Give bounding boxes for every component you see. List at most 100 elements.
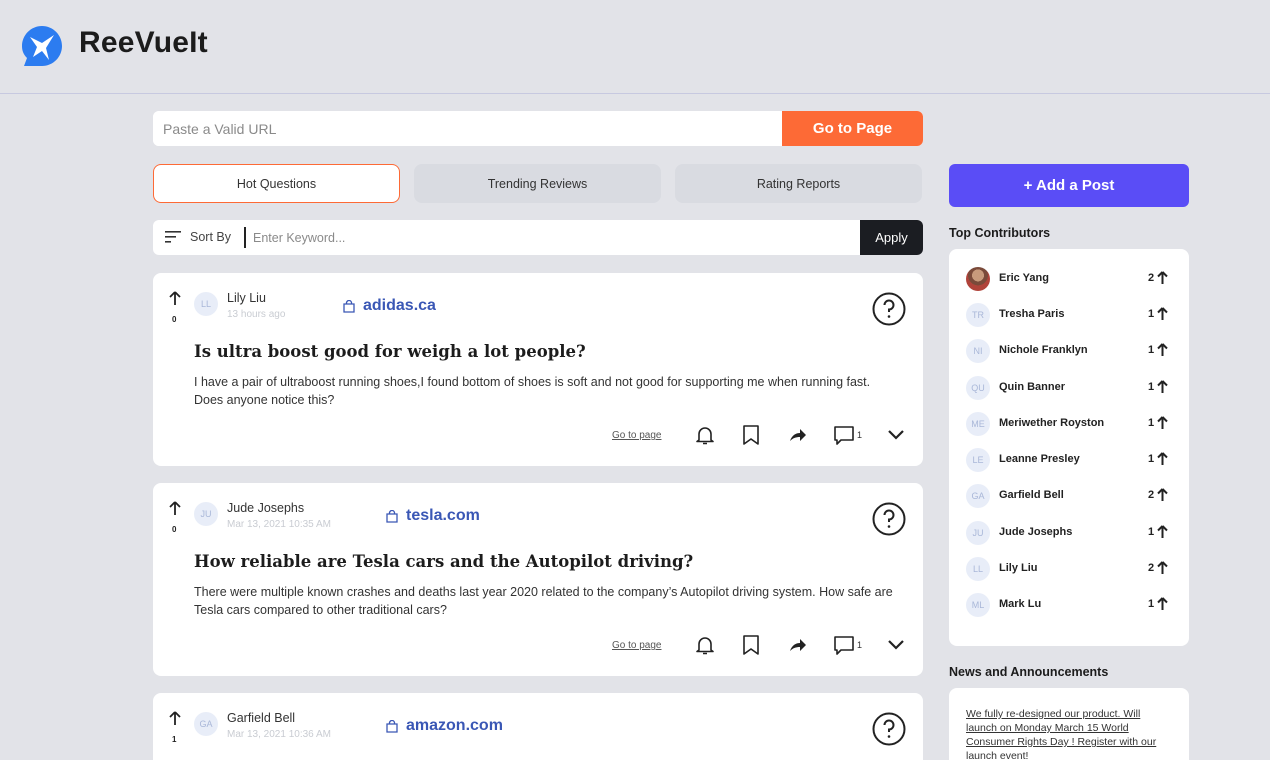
avatar: GA bbox=[194, 712, 218, 736]
upvote-icon[interactable] bbox=[169, 501, 181, 516]
site-link[interactable]: amazon.com bbox=[386, 717, 503, 735]
question-icon bbox=[872, 712, 906, 746]
logo-icon[interactable] bbox=[20, 24, 64, 68]
post-time: Mar 13, 2021 10:35 AM bbox=[227, 519, 331, 530]
apply-button[interactable]: Apply bbox=[860, 220, 923, 255]
question-title[interactable]: How reliable are Tesla cars and the Auto… bbox=[194, 552, 693, 571]
post-time: Mar 13, 2021 10:36 AM bbox=[227, 729, 331, 740]
vote-count: 0 bbox=[172, 525, 177, 534]
contributor-row[interactable]: LE Leanne Presley 1 bbox=[949, 445, 1189, 475]
avatar: QU bbox=[966, 376, 990, 400]
arrow-up-icon bbox=[1157, 561, 1168, 574]
author-name[interactable]: Lily Liu bbox=[227, 291, 266, 305]
contributor-count: 1 bbox=[1148, 417, 1155, 429]
contributor-name: Lily Liu bbox=[999, 562, 1038, 574]
comment-icon[interactable] bbox=[833, 634, 855, 656]
bookmark-icon[interactable] bbox=[740, 424, 762, 446]
contributor-row[interactable]: TR Tresha Paris 1 bbox=[949, 300, 1189, 330]
vote-count: 1 bbox=[172, 735, 177, 744]
contributor-row[interactable]: ML Mark Lu 1 bbox=[949, 590, 1189, 620]
sort-bar: Sort By Apply bbox=[153, 220, 923, 255]
tab-rating-reports[interactable]: Rating Reports bbox=[675, 164, 922, 203]
post-time: 13 hours ago bbox=[227, 309, 286, 320]
arrow-up-icon bbox=[1157, 452, 1168, 465]
news-title: News and Announcements bbox=[949, 665, 1109, 679]
contributor-row[interactable]: ME Meriwether Royston 1 bbox=[949, 409, 1189, 439]
url-bar: Go to Page bbox=[153, 111, 923, 146]
share-icon[interactable] bbox=[787, 634, 809, 656]
contributor-row[interactable]: JU Jude Josephs 1 bbox=[949, 518, 1189, 548]
avatar: JU bbox=[194, 502, 218, 526]
contributor-name: Leanne Presley bbox=[999, 453, 1080, 465]
comment-count: 1 bbox=[857, 430, 863, 440]
site-link[interactable]: adidas.ca bbox=[343, 297, 436, 315]
sort-icon[interactable] bbox=[165, 231, 181, 243]
post-card: 0 LL Lily Liu 13 hours ago adidas.ca Is … bbox=[153, 273, 923, 466]
upvote-icon[interactable] bbox=[169, 711, 181, 726]
tab-trending-reviews[interactable]: Trending Reviews bbox=[414, 164, 661, 203]
keyword-input[interactable] bbox=[253, 220, 853, 255]
contributor-row[interactable]: QU Quin Banner 1 bbox=[949, 373, 1189, 403]
news-panel: We fully re-designed our product. Will l… bbox=[949, 688, 1189, 760]
top-contributors-title: Top Contributors bbox=[949, 226, 1051, 240]
go-to-page-link[interactable]: Go to page bbox=[612, 430, 661, 441]
avatar: LL bbox=[966, 557, 990, 581]
shopping-bag-icon bbox=[386, 509, 398, 523]
upvote-icon[interactable] bbox=[169, 291, 181, 306]
news-item-link[interactable]: We fully re-designed our product. Will l… bbox=[966, 707, 1171, 760]
contributor-count: 2 bbox=[1148, 562, 1155, 574]
contributor-row[interactable]: GA Garfield Bell 2 bbox=[949, 481, 1189, 511]
go-to-page-button[interactable]: Go to Page bbox=[782, 111, 923, 146]
chevron-down-icon[interactable] bbox=[885, 424, 907, 446]
contributor-name: Eric Yang bbox=[999, 272, 1049, 284]
contributor-name: Meriwether Royston bbox=[999, 417, 1105, 429]
arrow-up-icon bbox=[1157, 597, 1168, 610]
site-name: adidas.ca bbox=[363, 297, 436, 314]
contributors-panel: Eric Yang 2 TR Tresha Paris 1 NI Nichole… bbox=[949, 249, 1189, 646]
chevron-down-icon[interactable] bbox=[885, 634, 907, 656]
avatar: NI bbox=[966, 339, 990, 363]
author-name[interactable]: Jude Josephs bbox=[227, 501, 304, 515]
sort-by-label[interactable]: Sort By bbox=[190, 230, 231, 244]
author-name[interactable]: Garfield Bell bbox=[227, 711, 295, 725]
brand-name[interactable]: ReeVueIt bbox=[79, 26, 208, 60]
contributor-row[interactable]: Eric Yang 2 bbox=[949, 264, 1189, 294]
avatar: GA bbox=[966, 484, 990, 508]
avatar: LE bbox=[966, 448, 990, 472]
arrow-up-icon bbox=[1157, 271, 1168, 284]
comment-icon[interactable] bbox=[833, 424, 855, 446]
arrow-up-icon bbox=[1157, 525, 1168, 538]
bell-icon[interactable] bbox=[694, 424, 716, 446]
site-name: amazon.com bbox=[406, 717, 503, 734]
site-link[interactable]: tesla.com bbox=[386, 507, 480, 525]
arrow-up-icon bbox=[1157, 343, 1168, 356]
avatar: ML bbox=[966, 593, 990, 617]
question-title[interactable]: Is ultra boost good for weigh a lot peop… bbox=[194, 342, 586, 361]
url-input[interactable] bbox=[153, 111, 782, 146]
contributor-count: 1 bbox=[1148, 526, 1155, 538]
bookmark-icon[interactable] bbox=[740, 634, 762, 656]
question-body: I have a pair of ultraboost running shoe… bbox=[194, 375, 871, 407]
arrow-up-icon bbox=[1157, 380, 1168, 393]
share-icon[interactable] bbox=[787, 424, 809, 446]
contributor-count: 2 bbox=[1148, 489, 1155, 501]
bell-icon[interactable] bbox=[694, 634, 716, 656]
question-icon bbox=[872, 502, 906, 536]
contributor-name: Mark Lu bbox=[999, 598, 1042, 610]
contributor-count: 1 bbox=[1148, 308, 1155, 320]
contributor-row[interactable]: LL Lily Liu 2 bbox=[949, 554, 1189, 584]
add-post-button[interactable]: + Add a Post bbox=[949, 164, 1189, 207]
avatar: TR bbox=[966, 303, 990, 327]
contributor-name: Jude Josephs bbox=[999, 526, 1073, 538]
top-header: ReeVueIt bbox=[0, 0, 1270, 94]
avatar: JU bbox=[966, 521, 990, 545]
vote-count: 0 bbox=[172, 315, 177, 324]
arrow-up-icon bbox=[1157, 488, 1168, 501]
tab-hot-questions[interactable]: Hot Questions bbox=[153, 164, 400, 203]
question-body: There were multiple known crashes and de… bbox=[194, 585, 893, 617]
contributor-row[interactable]: NI Nichole Franklyn 1 bbox=[949, 336, 1189, 366]
avatar: ME bbox=[966, 412, 990, 436]
contributor-count: 1 bbox=[1148, 453, 1155, 465]
site-name: tesla.com bbox=[406, 507, 480, 524]
go-to-page-link[interactable]: Go to page bbox=[612, 640, 661, 651]
